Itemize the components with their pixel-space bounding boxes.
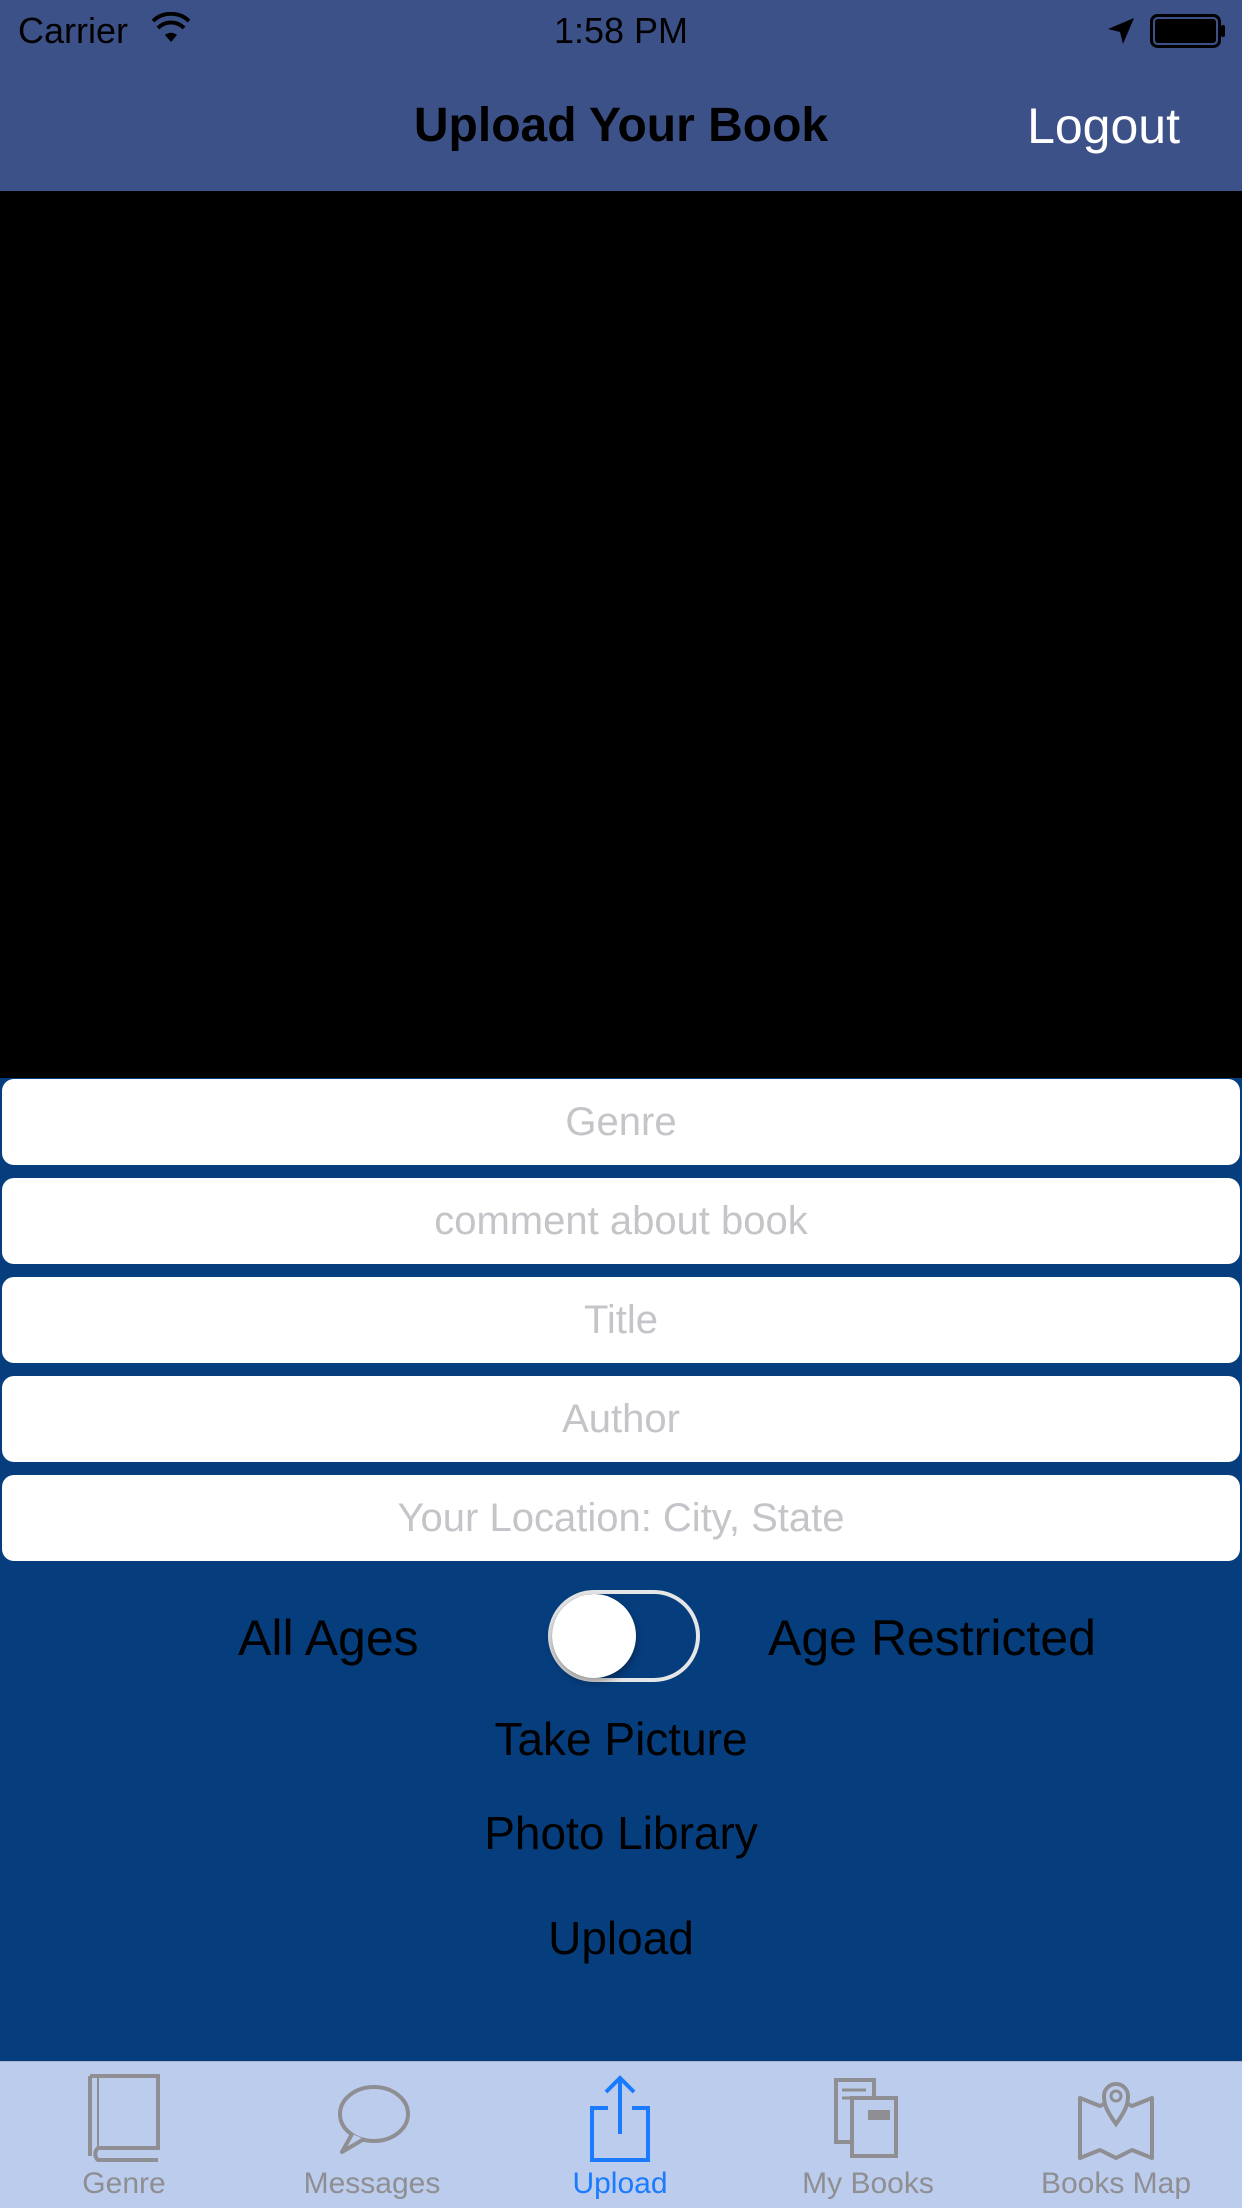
title-field[interactable] (2, 1277, 1240, 1363)
take-picture-button[interactable]: Take Picture (0, 1711, 1242, 1767)
tab-books-map[interactable]: Books Map (992, 2062, 1240, 2208)
location-arrow-icon (1108, 18, 1134, 44)
age-restricted-label: Age Restricted (768, 1610, 1096, 1666)
share-upload-icon (590, 2075, 650, 2162)
comment-field[interactable] (2, 1178, 1240, 1264)
author-field[interactable] (2, 1376, 1240, 1462)
tab-label: My Books (802, 2167, 934, 2200)
tab-my-books[interactable]: My Books (744, 2062, 992, 2208)
upload-button[interactable]: Upload (0, 1910, 1242, 1966)
tab-bar: Genre Messages Upload My Books Books Map (0, 2061, 1242, 2208)
navigation-bar: Carrier 1:58 PM Upload Your Book Logout (0, 0, 1242, 191)
tab-label: Genre (82, 2167, 166, 2200)
books-icon (834, 2078, 898, 2158)
tab-label: Books Map (1040, 2167, 1192, 2200)
age-restriction-toggle[interactable] (548, 1590, 700, 1682)
photo-library-button[interactable]: Photo Library (0, 1805, 1242, 1861)
tab-label: Messages (303, 2167, 441, 2200)
book-icon (88, 2074, 160, 2162)
map-pin-icon (1078, 2082, 1154, 2160)
logout-button[interactable]: Logout (1027, 96, 1180, 156)
location-field[interactable] (2, 1475, 1240, 1561)
tab-label: Upload (572, 2167, 668, 2200)
battery-icon (1150, 14, 1225, 48)
tab-upload[interactable]: Upload (496, 2062, 744, 2208)
all-ages-label: All Ages (238, 1610, 419, 1666)
status-time: 1:58 PM (553, 10, 689, 51)
book-image-preview (0, 191, 1242, 1078)
speech-bubble-icon (338, 2085, 410, 2154)
tab-genre[interactable]: Genre (0, 2062, 248, 2208)
tab-messages[interactable]: Messages (248, 2062, 496, 2208)
toggle-knob (552, 1594, 636, 1678)
genre-field[interactable] (2, 1079, 1240, 1165)
